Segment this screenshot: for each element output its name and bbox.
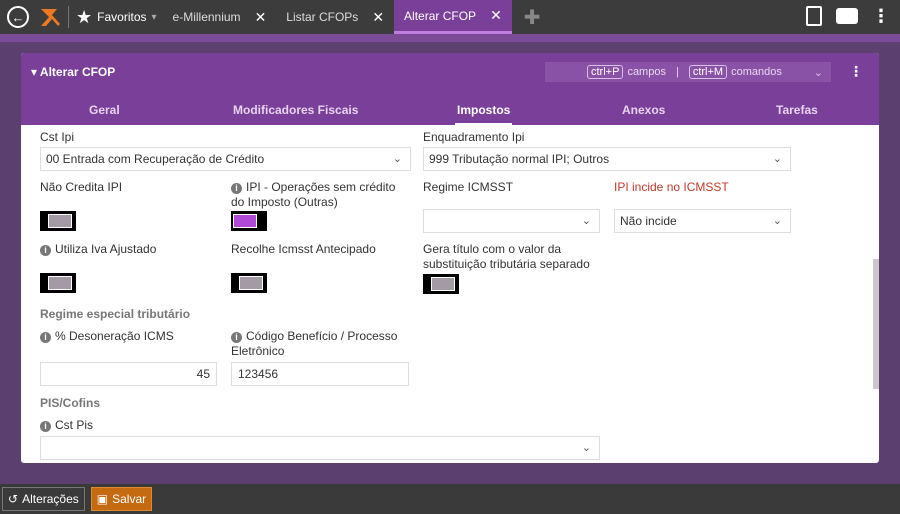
nao-credita-ipi-label: Não Credita IPI <box>40 180 123 194</box>
tab-label: Alterar CFOP <box>404 8 477 23</box>
star-icon: ★ <box>76 6 93 27</box>
cst-ipi-select[interactable]: 00 Entrada com Recuperação de Crédito ⌄ <box>40 147 411 171</box>
gera-titulo-toggle[interactable] <box>423 274 459 294</box>
tab-anexos[interactable]: Anexos <box>622 103 665 117</box>
toggle-knob <box>48 276 72 290</box>
tab-label: e-Millennium <box>172 10 241 24</box>
cst-ipi-value: 00 Entrada com Recuperação de Crédito <box>46 152 265 166</box>
regime-especial-title: Regime especial tributário <box>40 307 191 321</box>
divider <box>68 6 69 28</box>
ipi-incide-icmsst-value: Não incide <box>620 214 677 228</box>
enquadramento-ipi-value: 999 Tributação normal IPI; Outros <box>429 152 610 166</box>
toggle-knob <box>233 214 257 228</box>
enquadramento-ipi-select[interactable]: 999 Tributação normal IPI; Outros ⌄ <box>423 147 791 171</box>
chevron-down-icon: ⌄ <box>772 153 782 165</box>
codigo-beneficio-input[interactable]: 123456 <box>231 362 409 386</box>
favorites-label: Favoritos <box>97 10 147 24</box>
info-icon[interactable]: i <box>40 332 51 343</box>
tab-e-millennium[interactable]: e-Millennium ✕ <box>163 0 277 34</box>
panel-tabs: Geral Modificadores Fiscais Impostos Ane… <box>21 101 879 125</box>
recolhe-icmsst-toggle[interactable] <box>231 273 267 293</box>
close-icon[interactable]: ✕ <box>372 9 384 26</box>
desoneracao-input[interactable]: 45 <box>40 362 217 386</box>
cst-pis-select[interactable]: ⌄ <box>40 436 600 460</box>
regime-icmsst-select[interactable]: ⌄ <box>423 209 600 233</box>
utiliza-iva-toggle[interactable] <box>40 273 76 293</box>
nao-credita-ipi-toggle[interactable] <box>40 211 76 231</box>
shortcut-text: comandos <box>731 66 782 78</box>
info-icon[interactable]: i <box>40 421 51 432</box>
bottom-bar: ↺ Alterações ▣ Salvar <box>0 484 900 514</box>
top-bar: ← ★ Favoritos ▾ e-Millennium ✕ Listar CF… <box>0 0 900 34</box>
panel-menu-icon[interactable]: ⋮ <box>849 63 863 80</box>
shortcuts-bar[interactable]: ctrl+P campos | ctrl+M comandos ⌄ <box>545 62 831 82</box>
favorites-menu[interactable]: ★ Favoritos ▾ <box>76 7 157 28</box>
tab-geral[interactable]: Geral <box>89 103 120 117</box>
info-icon[interactable]: i <box>231 332 242 343</box>
enquadramento-ipi-label: Enquadramento Ipi <box>423 130 525 144</box>
codigo-beneficio-label: i Código Benefício / Processo Eletrônico <box>231 329 398 358</box>
regime-icmsst-label: Regime ICMSST <box>423 180 514 194</box>
ipi-operacoes-toggle[interactable] <box>231 211 267 231</box>
panel-header: ▾ Alterar CFOP ctrl+P campos | ctrl+M co… <box>21 53 879 125</box>
app-logo-icon[interactable] <box>39 6 61 28</box>
ipi-incide-icmsst-label: IPI incide no ICMSST <box>614 180 729 194</box>
back-icon[interactable]: ← <box>7 6 29 28</box>
pis-cofins-title: PIS/Cofins <box>40 396 101 410</box>
form-panel: ▾ Alterar CFOP ctrl+P campos | ctrl+M co… <box>21 53 879 463</box>
info-icon[interactable]: i <box>40 245 51 256</box>
chat-icon[interactable] <box>836 8 858 24</box>
add-tab-icon[interactable]: ✚ <box>524 5 541 30</box>
tab-label: Listar CFOPs <box>286 10 359 24</box>
desoneracao-label: i% Desoneração ICMS <box>40 329 174 344</box>
gera-titulo-label: Gera título com o valor da substituição … <box>423 242 590 271</box>
utiliza-iva-label: i Utiliza Iva Ajustado <box>40 242 156 257</box>
shortcut-key: ctrl+M <box>688 65 728 79</box>
clipboard-icon[interactable] <box>806 6 822 26</box>
toggle-knob <box>48 214 72 228</box>
impostos-form: Cst Ipi 00 Entrada com Recuperação de Cr… <box>21 125 879 463</box>
alteracoes-button[interactable]: ↺ Alterações <box>2 487 85 511</box>
cst-pis-label: i Cst Pis <box>40 418 93 433</box>
save-button[interactable]: ▣ Salvar <box>90 487 153 511</box>
chevron-down-icon: ⌄ <box>581 442 591 454</box>
ipi-incide-icmsst-select[interactable]: Não incide ⌄ <box>614 209 791 233</box>
chevron-down-icon: ⌄ <box>581 215 591 227</box>
save-label: Salvar <box>112 492 147 506</box>
shortcut-text: campos <box>627 66 666 78</box>
chevron-down-icon[interactable]: ⌄ <box>814 66 823 79</box>
toggle-knob <box>239 276 263 290</box>
chevron-down-icon: ▾ <box>151 11 157 23</box>
tab-alterar-cfop[interactable]: Alterar CFOP ✕ <box>394 0 512 34</box>
header-stripe <box>0 34 900 42</box>
chevron-down-icon: ⌄ <box>392 153 402 165</box>
toggle-knob <box>431 277 455 291</box>
close-icon[interactable]: ✕ <box>490 7 502 24</box>
cst-ipi-label: Cst Ipi <box>40 130 75 144</box>
recolhe-icmsst-label: Recolhe Icmsst Antecipado <box>231 242 376 256</box>
alteracoes-label: Alterações <box>22 492 79 506</box>
info-icon[interactable]: i <box>231 183 242 194</box>
desoneracao-value: 45 <box>196 367 210 381</box>
history-icon: ↺ <box>8 492 19 506</box>
chevron-down-icon: ⌄ <box>772 215 782 227</box>
tab-listar-cfops[interactable]: Listar CFOPs ✕ <box>276 0 394 34</box>
save-icon: ▣ <box>96 492 109 506</box>
ipi-operacoes-label: i IPI - Operações sem crédito do Imposto … <box>231 180 396 209</box>
shortcut-separator: | <box>675 66 679 78</box>
more-menu-icon[interactable]: ⋮ <box>872 7 890 25</box>
tab-tarefas[interactable]: Tarefas <box>776 103 818 117</box>
shortcut-key: ctrl+P <box>587 65 624 79</box>
tab-impostos[interactable]: Impostos <box>454 103 513 125</box>
scrollbar[interactable] <box>873 259 879 389</box>
codigo-beneficio-value: 123456 <box>238 367 279 381</box>
close-icon[interactable]: ✕ <box>255 9 267 26</box>
tab-modificadores-fiscais[interactable]: Modificadores Fiscais <box>233 103 358 117</box>
panel-title[interactable]: ▾ Alterar CFOP <box>31 65 115 79</box>
